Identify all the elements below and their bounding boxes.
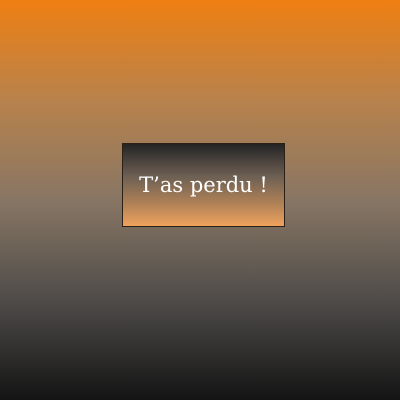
game-over-dialog: T’as perdu ! [122, 143, 285, 227]
game-over-message: T’as perdu ! [139, 173, 268, 197]
game-over-screen: T’as perdu ! [0, 0, 400, 400]
